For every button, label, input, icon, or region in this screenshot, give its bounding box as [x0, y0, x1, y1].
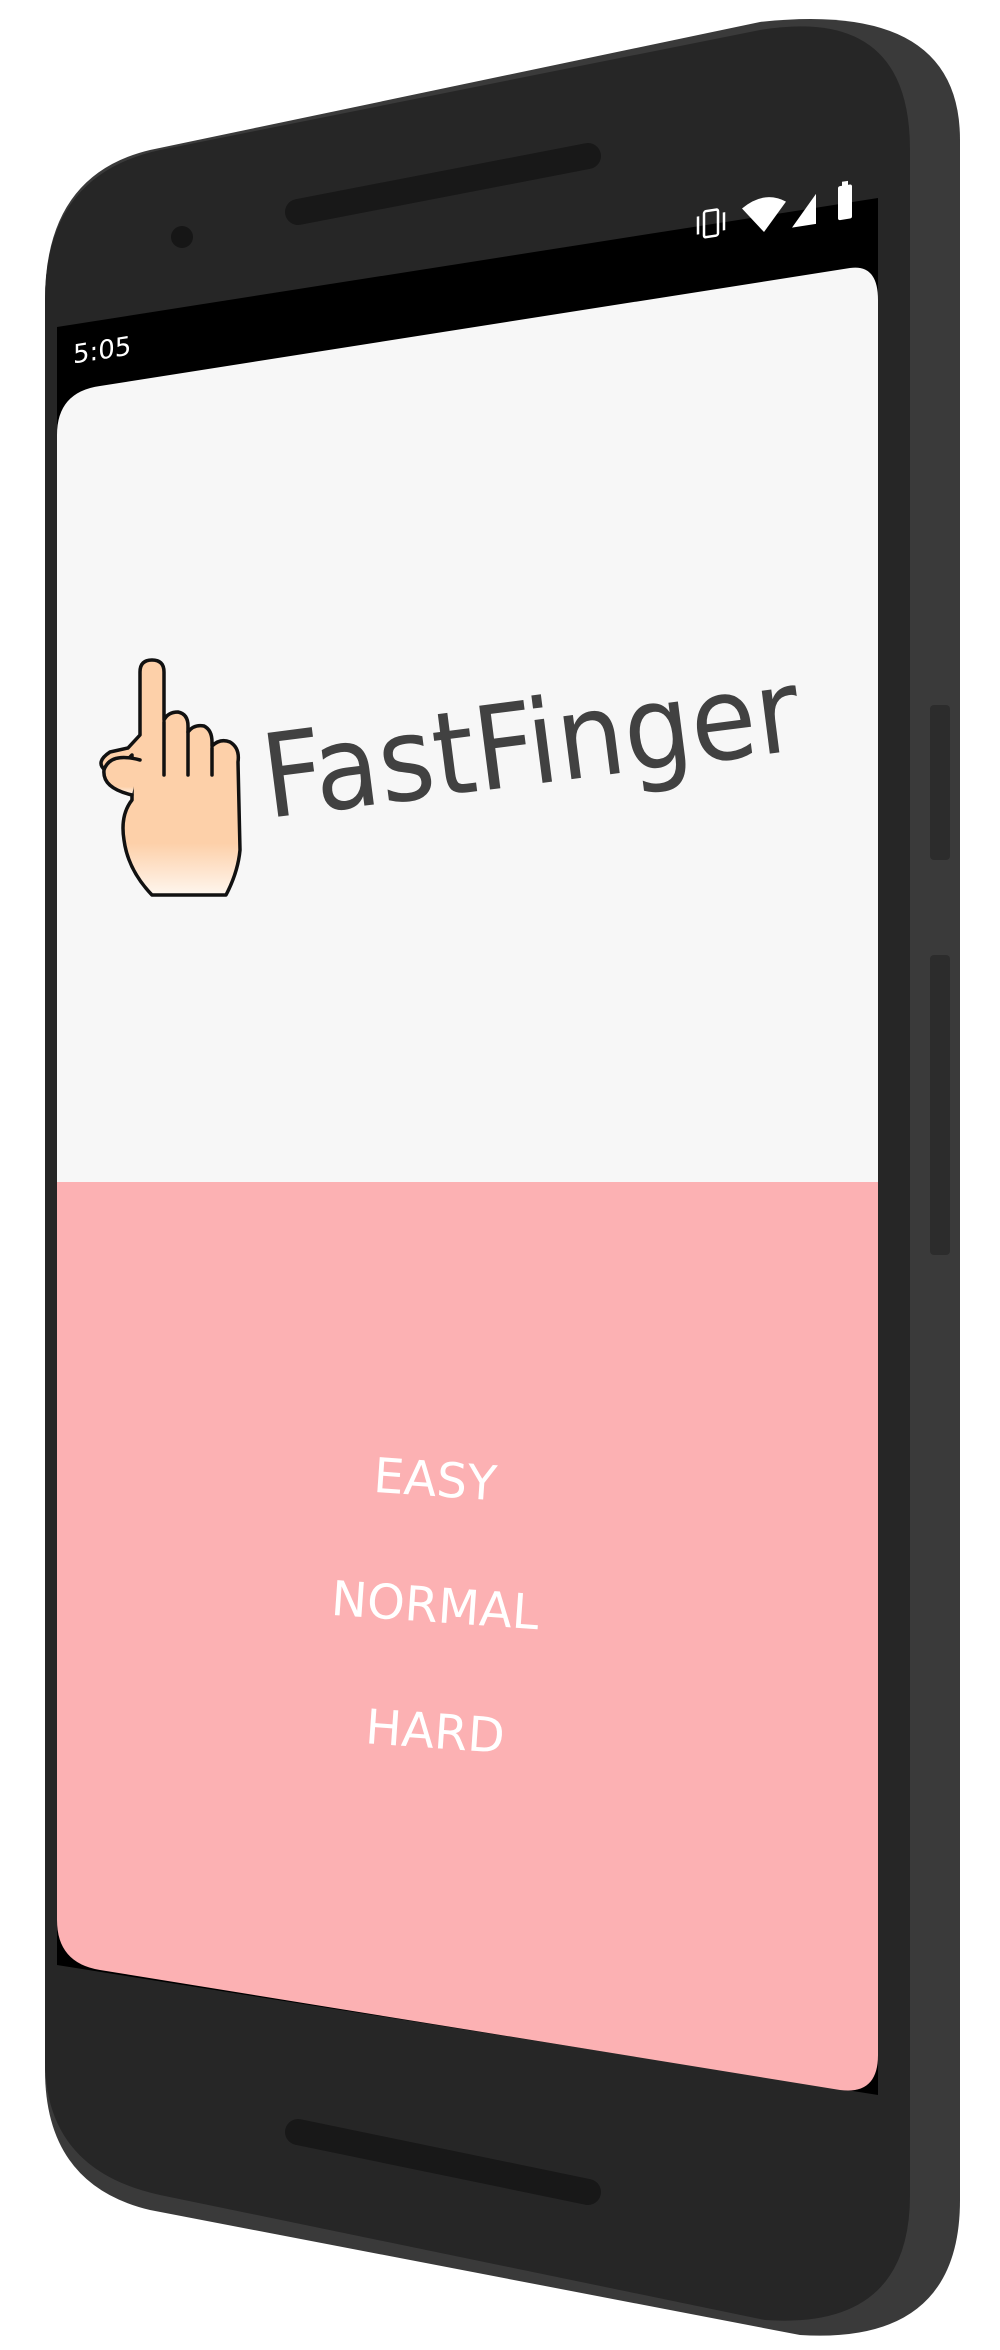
easy-button[interactable]: EASY [372, 1448, 499, 1512]
hard-button[interactable]: HARD [364, 1699, 507, 1765]
phone-mockup: 5:05 FastFinger EASY NORMAL HARD [45, 19, 960, 2336]
volume-button[interactable] [930, 705, 950, 860]
battery-icon [838, 180, 852, 221]
power-button[interactable] [930, 955, 950, 1255]
front-camera [171, 226, 193, 248]
